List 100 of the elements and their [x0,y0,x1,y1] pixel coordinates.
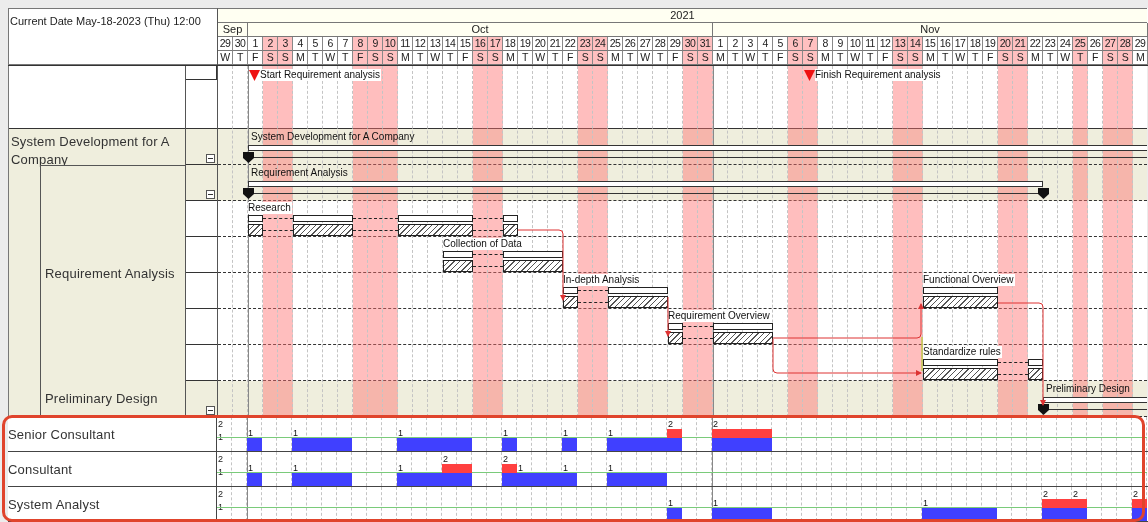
day-cell: 17 [953,37,968,51]
actual-bar[interactable] [1028,368,1043,380]
weekday-cell: F [878,51,893,65]
plan-bar[interactable] [443,251,473,258]
weekday-cell: M [398,51,413,65]
weekday-cell: T [443,51,458,65]
weekday-cell: T [233,51,248,65]
milestone-icon [804,70,815,81]
plan-bar[interactable] [563,287,578,294]
load-label: 1 [668,498,673,508]
actual-bar[interactable] [503,260,563,272]
weekday-cell: M [713,51,728,65]
actual-bar[interactable] [563,296,578,308]
weekday-cell: S [893,51,908,65]
plan-bar[interactable] [1028,359,1043,366]
plan-bar[interactable] [923,287,998,294]
day-cell: 2 [728,37,743,51]
weekday-cell: M [818,51,833,65]
actual-bar[interactable] [608,296,668,308]
weekday-cell: S [278,51,293,65]
weekday-cell: S [383,51,398,65]
weekday-cell: T [653,51,668,65]
weekday-cell: F [458,51,473,65]
task-label: Collection of Data [443,238,523,250]
task-label: Functional Overview [923,274,1015,286]
weekday-cell: W [323,51,338,65]
summary-label: System Development for A Company [251,131,415,143]
group-label: Requirement Analysis [44,266,176,281]
actual-bar[interactable] [713,332,773,344]
actual-bar[interactable] [398,224,473,236]
day-cell: 23 [1043,37,1058,51]
actual-bar[interactable] [443,260,473,272]
day-cell: 24 [1058,37,1073,51]
day-cell: 23 [578,37,593,51]
load-label: 2 [1073,489,1078,499]
load-label: 1 [518,463,523,473]
weekday-cell: S [578,51,593,65]
day-cell: 20 [998,37,1013,51]
actual-bar[interactable] [923,296,998,308]
plan-bar[interactable] [503,215,518,222]
plan-bar[interactable] [668,323,683,330]
day-cell: 27 [1103,37,1118,51]
collapse-icon[interactable] [206,154,215,163]
month-header: Nov [713,23,1148,37]
day-cell: 12 [878,37,893,51]
day-cell: 28 [1118,37,1133,51]
actual-bar[interactable] [293,224,353,236]
weekday-cell: T [548,51,563,65]
day-cell: 26 [1088,37,1103,51]
weekday-cell: S [803,51,818,65]
weekday-cell: F [248,51,263,65]
summary-marker-icon [1037,188,1049,199]
day-cell: 12 [413,37,428,51]
weekday-cell: F [983,51,998,65]
weekday-cell: T [938,51,953,65]
day-cell: 8 [353,37,368,51]
day-cell: 19 [518,37,533,51]
plan-bar[interactable] [293,215,353,222]
weekday-cell: M [923,51,938,65]
weekday-cell: W [638,51,653,65]
weekday-cell: S [788,51,803,65]
actual-bar[interactable] [503,224,518,236]
plan-bar[interactable] [503,251,563,258]
plan-bar[interactable] [713,323,773,330]
connector-line [998,374,1028,375]
weekday-cell: S [698,51,713,65]
day-cell: 10 [848,37,863,51]
weekday-cell: T [968,51,983,65]
day-cell: 9 [368,37,383,51]
plan-bar[interactable] [248,215,263,222]
connector-line [353,218,398,219]
day-cell: 16 [938,37,953,51]
weekday-cell: F [353,51,368,65]
weekday-cell: W [848,51,863,65]
summary-marker-icon [242,188,254,199]
plan-bar[interactable] [923,359,998,366]
actual-bar[interactable] [668,332,683,344]
load-label: 2 [503,454,508,464]
scale-label: 2 [218,454,223,464]
connector-line [473,218,503,219]
load-label: 1 [293,463,298,473]
plan-bar[interactable] [398,215,473,222]
connector-line [473,266,503,267]
actual-bar[interactable] [923,368,998,380]
weekday-cell: S [908,51,923,65]
collapse-icon[interactable] [206,406,215,415]
plan-bar[interactable] [608,287,668,294]
day-cell: 18 [968,37,983,51]
load-label: 2 [1133,489,1138,499]
day-cell: 30 [233,37,248,51]
weekday-cell: F [1088,51,1103,65]
weekday-cell: W [428,51,443,65]
connector-line [683,338,713,339]
actual-bar[interactable] [248,224,263,236]
weekday-cell: M [293,51,308,65]
collapse-icon[interactable] [206,190,215,199]
weekday-cell: M [1133,51,1148,65]
weekday-cell: S [1103,51,1118,65]
summary-marker-icon [242,152,254,163]
day-cell: 20 [533,37,548,51]
